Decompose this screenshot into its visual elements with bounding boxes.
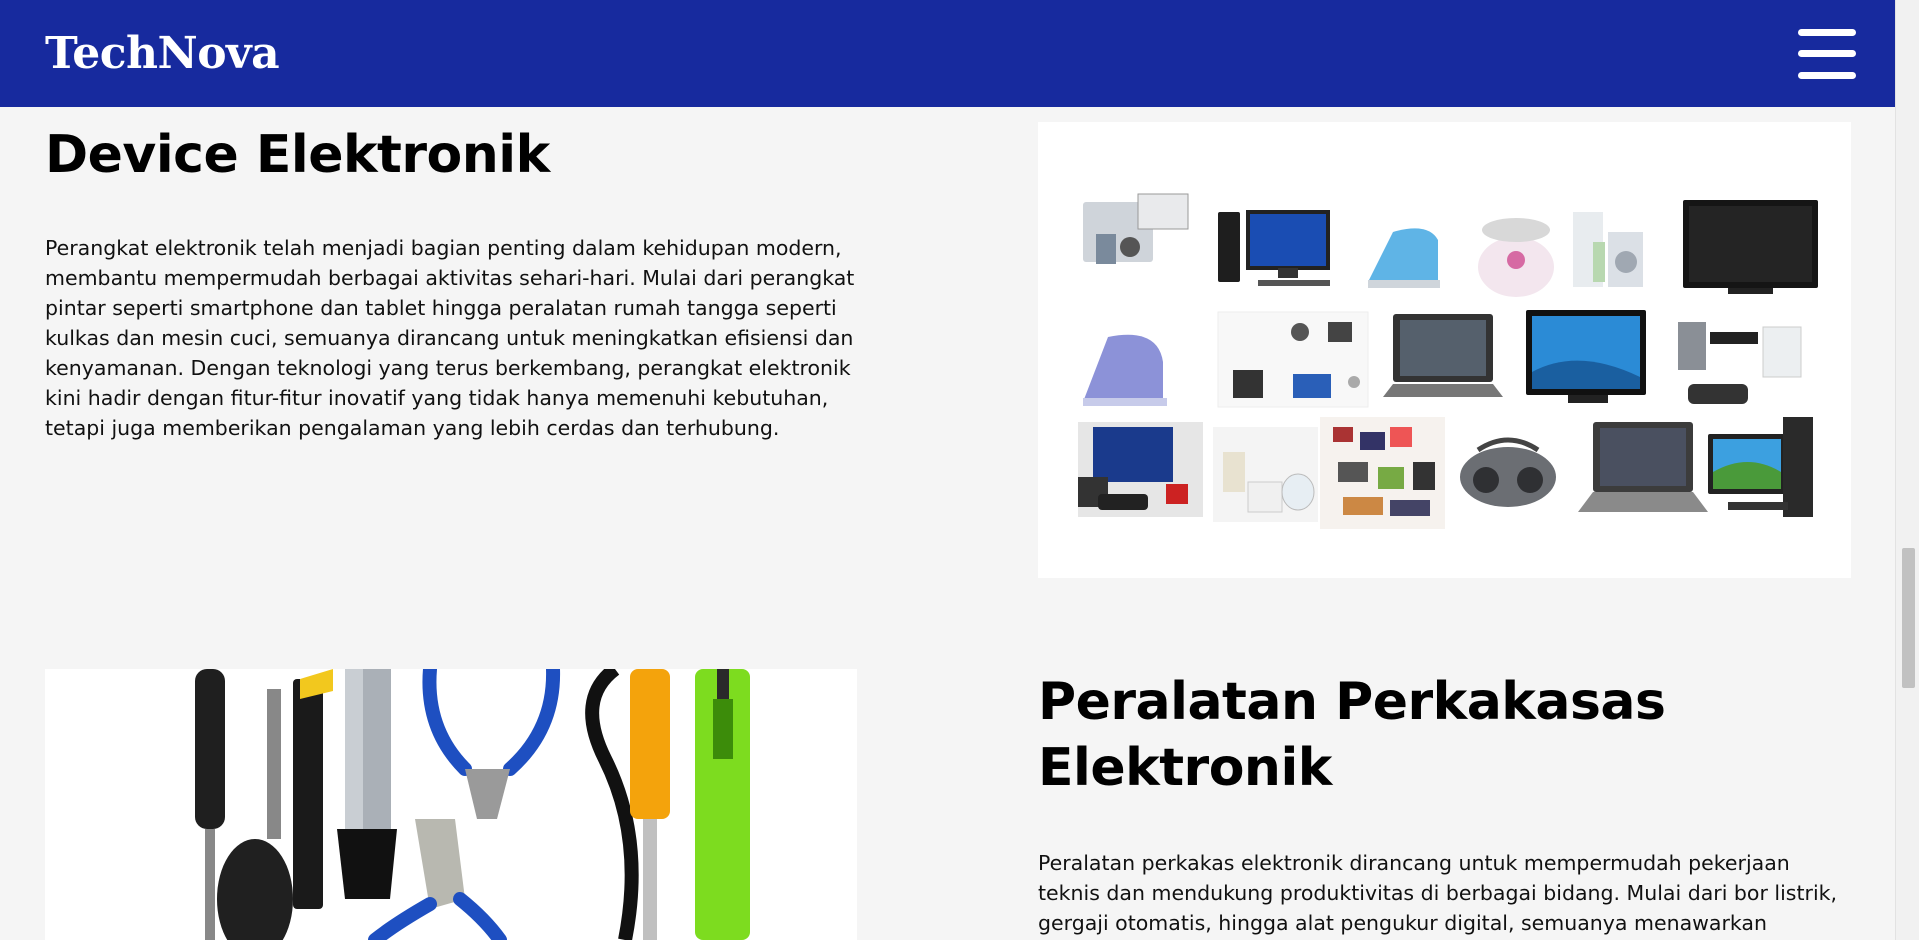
hamburger-menu-icon[interactable]	[1798, 28, 1856, 79]
electronic-devices-collage	[1038, 122, 1851, 578]
desoldering-pump-icon	[695, 669, 750, 940]
menu-line	[1798, 28, 1856, 36]
section-title-device-elektronik: Device Elektronik	[45, 125, 550, 185]
page: TechNova Device Elektronik Perangkat ele…	[0, 0, 1919, 940]
scrollbar-thumb[interactable]	[1902, 548, 1915, 688]
brand-logo[interactable]: TechNova	[45, 28, 280, 79]
gadgets-collection-icon	[1320, 417, 1445, 529]
menu-line	[1798, 50, 1856, 57]
kitchen-appliances-icon	[1213, 427, 1318, 522]
laptop-icon	[1383, 314, 1503, 397]
television-icon	[1683, 200, 1818, 294]
notebook-icon	[1578, 422, 1708, 512]
vertical-scrollbar[interactable]	[1895, 0, 1919, 940]
section-title-peralatan-perkakasas: Peralatan Perkakasas Elektronik	[1038, 672, 1666, 798]
top-navbar: TechNova	[0, 0, 1895, 107]
electronics-diagram-icon	[1217, 311, 1369, 408]
electronic-tools-image	[45, 669, 857, 940]
flat-tv-icon	[1526, 310, 1646, 403]
menu-line	[1798, 71, 1856, 79]
electronic-devices-image	[1038, 122, 1851, 578]
section-text-peralatan-perkakasas: Peralatan perkakas elektronik dirancang …	[1038, 851, 1838, 935]
section-text-device-elektronik: Perangkat elektronik telah menjadi bagia…	[45, 236, 855, 440]
home-theater-icon	[1078, 422, 1203, 517]
brush-icon	[337, 669, 397, 899]
electronic-tools-photo	[45, 669, 857, 940]
rice-cooker-icon	[1478, 218, 1554, 297]
